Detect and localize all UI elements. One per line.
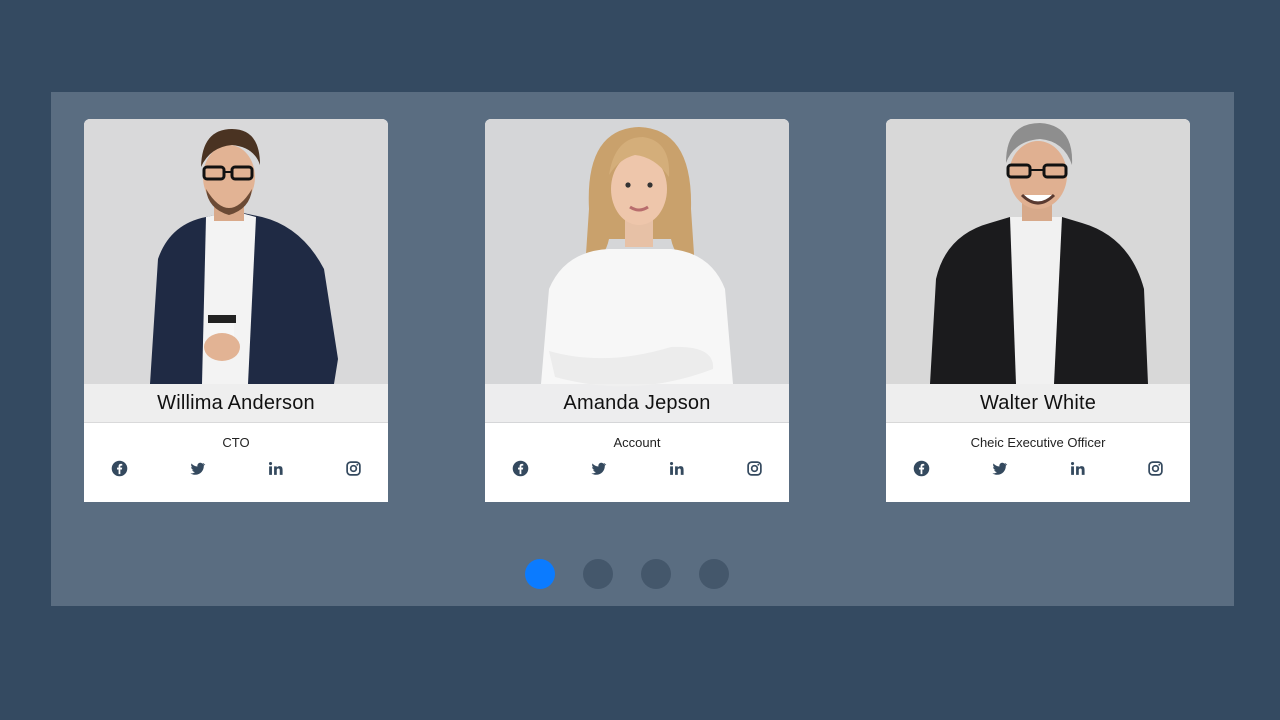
pagination-dot-3[interactable] [641, 559, 671, 589]
instagram-icon[interactable] [1146, 459, 1164, 477]
profile-photo: Walter White [886, 119, 1190, 423]
member-role: Account [613, 435, 661, 450]
woman-arms-crossed-photo [485, 119, 789, 423]
instagram-icon[interactable] [745, 459, 763, 477]
facebook-icon[interactable] [110, 459, 128, 477]
team-card: Amanda Jepson Account [485, 119, 789, 502]
twitter-icon[interactable] [589, 459, 607, 477]
social-links [84, 459, 388, 477]
pagination-dot-2[interactable] [583, 559, 613, 589]
member-role: Cheic Executive Officer [970, 435, 1106, 450]
facebook-icon[interactable] [511, 459, 529, 477]
linkedin-icon[interactable] [266, 459, 284, 477]
social-links [886, 459, 1190, 477]
twitter-icon[interactable] [188, 459, 206, 477]
smiling-man-photo [886, 119, 1190, 423]
team-slider: Willima Anderson CTO Amanda Jepson Accou… [51, 92, 1234, 606]
facebook-icon[interactable] [912, 459, 930, 477]
team-card: Walter White Cheic Executive Officer [886, 119, 1190, 502]
member-role: CTO [222, 435, 250, 450]
social-links [485, 459, 789, 477]
instagram-icon[interactable] [344, 459, 362, 477]
member-name: Walter White [886, 384, 1190, 422]
pagination-dot-1[interactable] [525, 559, 555, 589]
pagination-dot-4[interactable] [699, 559, 729, 589]
team-card: Willima Anderson CTO [84, 119, 388, 502]
profile-photo: Willima Anderson [84, 119, 388, 423]
member-name: Willima Anderson [84, 384, 388, 422]
member-name: Amanda Jepson [485, 384, 789, 422]
man-with-coffee-photo [84, 119, 388, 423]
linkedin-icon[interactable] [1068, 459, 1086, 477]
linkedin-icon[interactable] [667, 459, 685, 477]
profile-photo: Amanda Jepson [485, 119, 789, 423]
pagination-dots [525, 559, 729, 589]
twitter-icon[interactable] [990, 459, 1008, 477]
